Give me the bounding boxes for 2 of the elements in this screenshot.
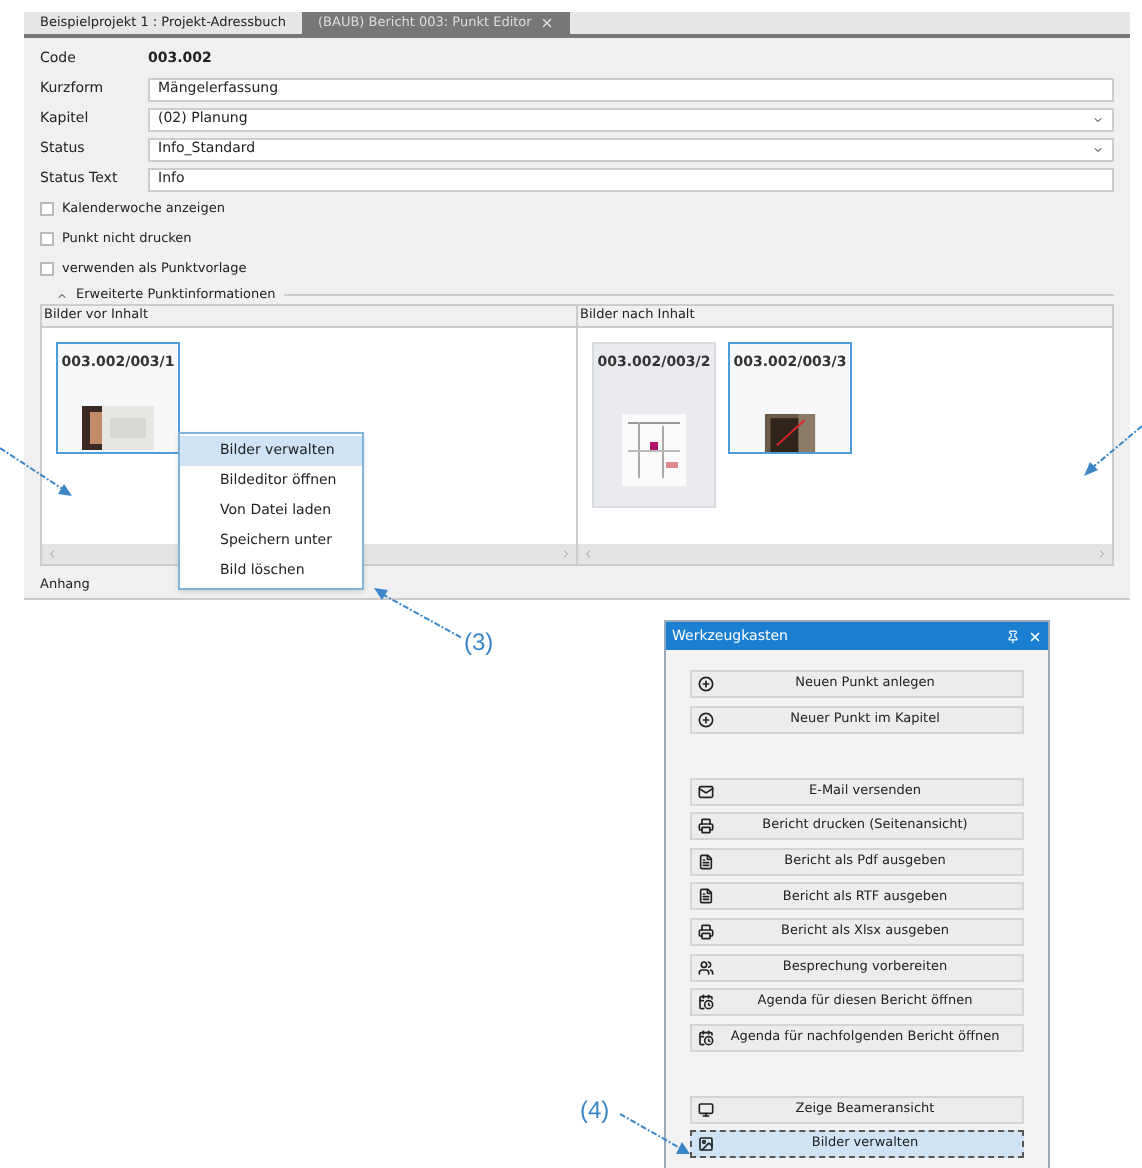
callout-label: (3) xyxy=(464,626,494,660)
callout-label: (4) xyxy=(580,1094,610,1128)
